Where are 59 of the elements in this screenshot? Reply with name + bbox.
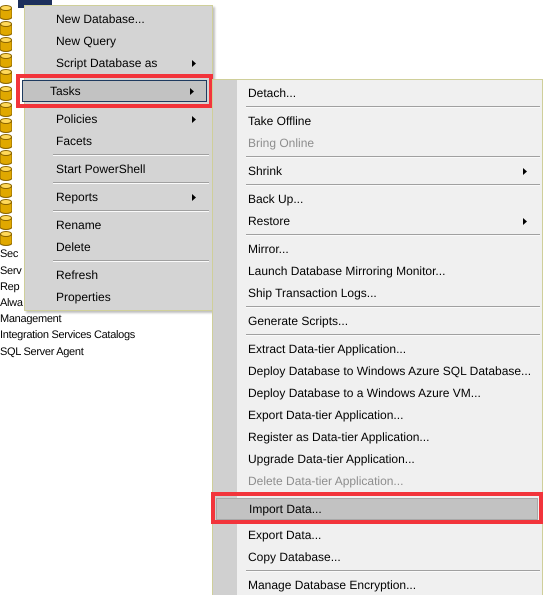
menu-item[interactable]: Start PowerShell (28, 158, 209, 180)
tree-node[interactable]: Serv (0, 264, 22, 279)
database-icon (0, 86, 12, 101)
database-icon (0, 118, 12, 133)
database-icon (0, 69, 12, 84)
menu-item[interactable]: Launch Database Mirroring Monitor... (215, 260, 540, 282)
menu-item[interactable]: New Query (28, 30, 209, 52)
database-icon (0, 231, 12, 246)
submenu-arrow-icon (192, 60, 196, 67)
tree-node[interactable]: SQL Server Agent (0, 344, 84, 360)
menu-item[interactable]: Import Data... (216, 498, 538, 520)
menu-item[interactable]: Upgrade Data-tier Application... (215, 448, 540, 470)
tree-node[interactable]: Integration Services Catalogs (0, 328, 135, 344)
menu-item[interactable]: Copy Database... (215, 546, 540, 568)
submenu-arrow-icon (523, 218, 527, 225)
menu-item[interactable]: Detach... (215, 82, 540, 104)
tree-node[interactable]: Rep (0, 280, 20, 295)
menu-item[interactable]: Deploy Database to a Windows Azure VM... (215, 382, 540, 404)
menu-item[interactable]: Deploy Database to Windows Azure SQL Database... (215, 360, 540, 382)
database-icon (0, 198, 12, 214)
database-icon (0, 4, 12, 20)
submenu-arrow-icon (192, 116, 196, 123)
database-icon (0, 20, 12, 36)
menu-item[interactable]: Refresh (28, 264, 209, 286)
database-icon (0, 166, 12, 182)
menu-item[interactable]: Delete (28, 236, 209, 258)
menu-item[interactable]: Policies (28, 108, 209, 130)
menu-item[interactable]: Mirror... (215, 238, 540, 260)
tree-node[interactable]: Sec (0, 247, 18, 262)
menu-item[interactable]: New Database... (28, 8, 209, 30)
menu-item[interactable]: Shrink (215, 160, 540, 182)
database-icon (0, 53, 12, 68)
database-icon (0, 36, 12, 52)
database-icon (0, 134, 12, 150)
tree-node[interactable]: Management (0, 312, 62, 328)
menu-item[interactable]: Extract Data-tier Application... (215, 338, 540, 360)
menu-item[interactable]: Back Up... (215, 188, 540, 210)
menu-item[interactable]: Take Offline (215, 110, 540, 132)
menu-item[interactable]: Export Data... (215, 524, 540, 546)
menu-item[interactable]: Tasks (22, 80, 207, 102)
menu-item[interactable]: Export Data-tier Application... (215, 404, 540, 426)
database-icon (0, 150, 12, 166)
database-icon (0, 215, 12, 230)
submenu-arrow-icon (192, 194, 196, 201)
submenu-arrow-icon (190, 88, 194, 95)
menu-item[interactable]: Rename (28, 214, 209, 236)
database-icon (0, 182, 12, 198)
tree-node[interactable]: Alwa (0, 296, 23, 311)
menu-item[interactable]: Script Database as (28, 52, 209, 74)
submenu-arrow-icon (523, 168, 527, 175)
menu-item[interactable]: Facets (28, 130, 209, 152)
menu-item[interactable]: Generate Scripts... (215, 310, 540, 332)
menu-item[interactable]: Manage Database Encryption... (215, 574, 540, 595)
database-icon (0, 102, 12, 117)
menu-item[interactable]: Properties (28, 286, 209, 308)
menu-item[interactable]: Restore (215, 210, 540, 232)
menu-item[interactable]: Ship Transaction Logs... (215, 282, 540, 304)
menu-item[interactable]: Reports (28, 186, 209, 208)
menu-item[interactable]: Register as Data-tier Application... (215, 426, 540, 448)
